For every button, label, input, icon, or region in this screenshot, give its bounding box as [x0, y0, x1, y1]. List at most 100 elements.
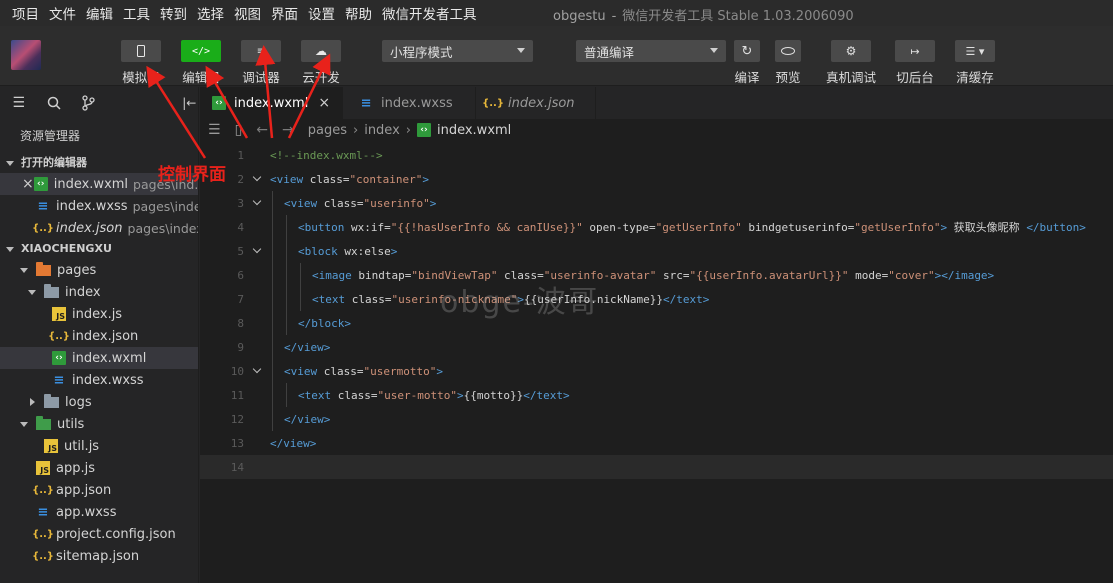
code-line[interactable]: 3 <view class="userinfo"> — [200, 191, 1113, 215]
tab-index-json[interactable]: {..} index.json — [476, 87, 597, 119]
tree-item-app-js[interactable]: JS app.js — [0, 457, 198, 479]
tree-item-index-wxss[interactable]: ≡ index.wxss — [0, 369, 198, 391]
eye-icon — [781, 47, 795, 55]
code-line[interactable]: 2 <view class="container"> — [200, 167, 1113, 191]
tree-item-index-json[interactable]: {..} index.json — [0, 325, 198, 347]
code-line[interactable]: 4 <button wx:if="{{!hasUserInfo && canIU… — [200, 215, 1113, 239]
editor-button[interactable]: </> — [181, 40, 221, 62]
menu-select[interactable]: 选择 — [193, 3, 228, 23]
menu-file[interactable]: 文件 — [45, 3, 80, 23]
cloud-dev-label: 云开发 — [302, 70, 340, 85]
tree-item-sitemap[interactable]: {..} sitemap.json — [0, 545, 198, 567]
code-token: "userinfo" — [363, 196, 430, 210]
code-line[interactable]: 12 </view> — [200, 407, 1113, 431]
line-number: 13 — [230, 436, 244, 450]
code-line[interactable]: 1 <!--index.wxml--> — [200, 143, 1113, 167]
window-title: obgestu - 微信开发者工具 Stable 1.03.2006090 — [553, 5, 854, 24]
compile-select-value: 普通编译 — [584, 44, 635, 60]
line-number: 14 — [230, 460, 244, 474]
forward-arrow-icon[interactable]: → — [282, 122, 294, 138]
tree-item-pages[interactable]: pages — [0, 259, 198, 281]
menu-goto[interactable]: 转到 — [156, 3, 191, 23]
code-line[interactable]: 7 <text class="userinfo-nickname">{{user… — [200, 287, 1113, 311]
bookmark-icon[interactable]: ▯ — [235, 122, 243, 138]
source-control-icon[interactable] — [79, 94, 97, 112]
tab-index-wxml[interactable]: ‹› index.wxml × — [200, 87, 344, 119]
tree-item-index-wxml[interactable]: ‹› index.wxml — [0, 347, 198, 369]
tree-item-util-js[interactable]: JS util.js — [0, 435, 198, 457]
menu-project[interactable]: 项目 — [8, 3, 43, 23]
remote-debug-button[interactable]: ⚙ — [831, 40, 871, 62]
avatar[interactable] — [11, 40, 41, 70]
cloud-dev-button[interactable]: ☁ — [301, 40, 341, 62]
code-line-current[interactable]: 14 — [200, 455, 1113, 479]
debugger-button[interactable]: ≡ — [241, 40, 281, 62]
explorer-title: 资源管理器 — [20, 129, 81, 143]
simulator-button[interactable] — [121, 40, 161, 62]
debug-icon: ≡ — [256, 45, 266, 57]
menu-edit[interactable]: 编辑 — [82, 3, 117, 23]
background-switch-button[interactable]: ↦ — [895, 40, 935, 62]
mode-select[interactable]: 小程序模式 — [382, 40, 533, 62]
close-icon[interactable]: × — [22, 176, 34, 192]
close-icon[interactable]: × — [318, 95, 330, 111]
compile-button[interactable]: ↻ — [734, 40, 760, 62]
code-token: "usermotto" — [363, 364, 437, 378]
mode-select-value: 小程序模式 — [390, 44, 453, 60]
open-editor-item[interactable]: × ‹› index.wxml pages\ind... — [0, 173, 198, 195]
open-editor-item[interactable]: ≡ index.wxss pages\index — [0, 195, 198, 217]
code-token: "cover" — [888, 268, 935, 282]
list-icon[interactable]: ☰ — [10, 94, 28, 112]
tree-item-logs[interactable]: logs — [0, 391, 198, 413]
collapse-panel-icon[interactable]: |← — [181, 94, 199, 112]
code-token: bindtap= — [358, 268, 412, 282]
list-icon[interactable]: ☰ — [208, 122, 221, 138]
tree-item-app-json[interactable]: {..} app.json — [0, 479, 198, 501]
menu-interface[interactable]: 界面 — [267, 3, 302, 23]
tree-item-utils[interactable]: utils — [0, 413, 198, 435]
code-token: </text> — [523, 388, 570, 402]
wxml-file-icon: ‹› — [416, 123, 431, 137]
fold-chevron-icon[interactable] — [244, 364, 270, 374]
code-line[interactable]: 8 </block> — [200, 311, 1113, 335]
breadcrumb-item[interactable]: pages — [308, 123, 347, 138]
menu-wechat-devtools[interactable]: 微信开发者工具 — [378, 3, 481, 23]
tree-item-index-folder[interactable]: index — [0, 281, 198, 303]
search-icon[interactable] — [46, 94, 64, 112]
tree-item-project-config[interactable]: {..} project.config.json — [0, 523, 198, 545]
breadcrumb-current[interactable]: index.wxml — [437, 123, 511, 138]
project-header[interactable]: XIAOCHENGXU — [0, 239, 198, 259]
code-area[interactable]: 1 <!--index.wxml--> 2 <view class="conta… — [200, 143, 1113, 479]
code-line[interactable]: 13 </view> — [200, 431, 1113, 455]
back-arrow-icon[interactable]: ← — [256, 122, 268, 138]
folder-icon — [36, 415, 51, 430]
code-token: {{userInfo.nickName}} — [523, 292, 664, 306]
tree-item-app-wxss[interactable]: ≡ app.wxss — [0, 501, 198, 523]
code-line[interactable]: 10 <view class="usermotto"> — [200, 359, 1113, 383]
fold-chevron-icon[interactable] — [244, 196, 270, 206]
menu-tools[interactable]: 工具 — [119, 3, 154, 23]
tree-item-index-js[interactable]: JS index.js — [0, 303, 198, 325]
code-line[interactable]: 6 <image bindtap="bindViewTap" class="us… — [200, 263, 1113, 287]
menu-help[interactable]: 帮助 — [341, 3, 376, 23]
compile-select[interactable]: 普通编译 — [576, 40, 726, 62]
preview-button[interactable] — [775, 40, 801, 62]
fold-chevron-icon[interactable] — [244, 244, 270, 254]
clear-cache-button[interactable]: ☰ ▾ — [955, 40, 995, 62]
code-token: "getUserInfo" — [854, 221, 941, 234]
tab-index-wxss[interactable]: ≡ index.wxss — [343, 87, 477, 119]
debugger-label: 调试器 — [242, 70, 280, 85]
open-editor-item[interactable]: {..} index.json pages\index — [0, 217, 198, 239]
code-line[interactable]: 5 <block wx:else> — [200, 239, 1113, 263]
line-number: 6 — [237, 268, 244, 282]
code-token: src= — [656, 268, 690, 282]
menu-view[interactable]: 视图 — [230, 3, 265, 23]
code-line[interactable]: 9 </view> — [200, 335, 1113, 359]
code-token: <text — [312, 292, 352, 306]
code-line[interactable]: 11 <text class="user-motto">{{motto}}</t… — [200, 383, 1113, 407]
fold-chevron-icon[interactable] — [244, 172, 270, 182]
code-token: "{{!hasUserInfo && canIUse}}" — [390, 221, 583, 234]
menu-settings[interactable]: 设置 — [304, 3, 339, 23]
open-editors-header[interactable]: 打开的编辑器 — [0, 153, 198, 173]
breadcrumb-item[interactable]: index — [364, 123, 400, 138]
